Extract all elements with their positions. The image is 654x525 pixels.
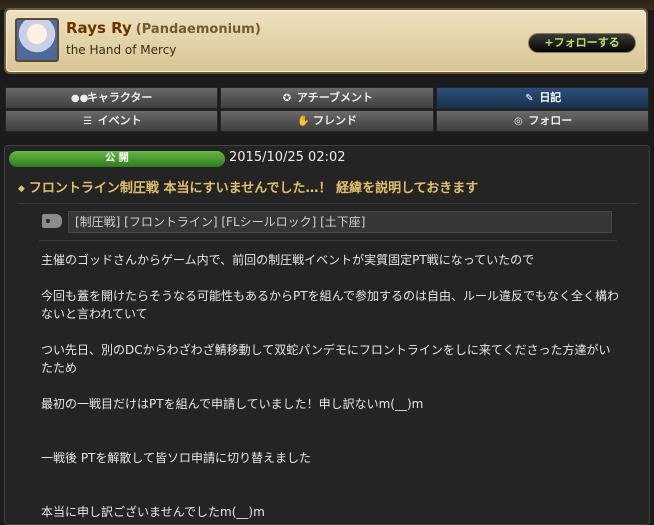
diary-post: 公 開 2015/10/25 02:02 ◆ フロントライン制圧戦 本当にすいませ… (4, 145, 650, 525)
tab-label: 日記 (539, 91, 562, 104)
nav-row-2: ☰ イベント ✋ フレンド ◎ フォロー (5, 110, 649, 132)
tab-follow[interactable]: ◎ フォロー (435, 110, 649, 132)
post-title-text: フロントライン制圧戦 本当にすいませんでした…！ 経緯を説明しておきます (28, 181, 479, 196)
profile-nav: ●●キャラクター ✪ アチーブメント ✎ 日記 ☰ イベント ✋ フレンド ◎ フォロー (5, 87, 649, 133)
diamond-bullet-icon: ◆ (18, 184, 25, 194)
character-avatar[interactable] (15, 18, 59, 62)
tag-icon (42, 214, 62, 228)
tab-diary[interactable]: ✎ 日記 (435, 87, 649, 109)
divider (18, 203, 638, 204)
tab-character[interactable]: ●●キャラクター (5, 87, 219, 109)
post-paragraph: 最初の一戦目だけはPTを組んで申請していました！申し訳ないm(__)m (41, 397, 424, 411)
follow-button[interactable]: +フォローする (528, 33, 636, 53)
post-paragraph: 一戦後 PTを解散して皆ソロ申請に切り替えました (41, 451, 312, 465)
tab-friend[interactable]: ✋ フレンド (220, 110, 434, 132)
character-world: (Pandaemonium) (135, 22, 261, 37)
list-icon: ☰ (83, 116, 93, 127)
tab-achievement[interactable]: ✪ アチーブメント (220, 87, 434, 109)
nav-row-1: ●●キャラクター ✪ アチーブメント ✎ 日記 (5, 87, 649, 109)
people-icon: ●● (70, 93, 89, 104)
medal-icon: ✪ (282, 93, 292, 104)
handshake-icon: ✋ (296, 116, 310, 127)
post-paragraph: つい先日、別のDCからわざわざ鯖移動して双蛇パンデモにフロントラインをしに来てく… (41, 343, 611, 375)
tab-label: キャラクター (86, 91, 153, 104)
post-tags[interactable]: [制圧戦] [フロントライン] [FLシールロック] [土下座] (68, 211, 612, 233)
tab-label: フレンド (312, 114, 357, 127)
tab-label: アチーブメント (296, 91, 374, 104)
quill-icon: ✎ (525, 93, 534, 104)
character-name[interactable]: Rays Ry (Pandaemonium) (66, 19, 261, 37)
post-paragraph: 本当に申し訳ございませんでしたm(__)m (41, 505, 265, 519)
post-title[interactable]: ◆ フロントライン制圧戦 本当にすいませんでした…！ 経緯を説明しておきます (18, 177, 638, 196)
character-profile-header: Rays Ry (Pandaemonium) the Hand of Mercy … (4, 8, 648, 74)
character-title: the Hand of Mercy (66, 43, 177, 57)
tab-label: フォロー (528, 114, 573, 127)
character-name-text: Rays Ry (66, 19, 132, 37)
binoculars-icon: ◎ (513, 116, 523, 127)
post-paragraph: 今回も蓋を開けたらそうなる可能性もあるからPTを組んで参加するのは自由、ルール違… (41, 289, 619, 321)
tab-event[interactable]: ☰ イベント (5, 110, 219, 132)
post-date: 2015/10/25 02:02 (229, 150, 346, 165)
post-paragraph: 主催のゴッドさんからゲーム内で、前回の制圧戦イベントが実質固定PT戦になっていた… (41, 253, 535, 267)
public-status-badge: 公 開 (9, 151, 225, 167)
divider (39, 240, 617, 241)
tab-label: イベント (97, 114, 142, 127)
